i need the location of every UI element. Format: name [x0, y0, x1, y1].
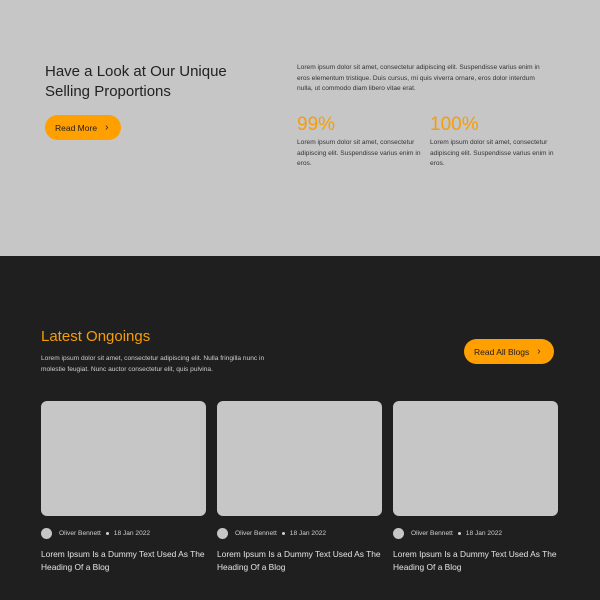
blog-card[interactable]: Oliver Bennett 18 Jan 2022 Lorem Ipsum I… [41, 401, 206, 574]
avatar [217, 528, 228, 539]
post-date: 18 Jan 2022 [465, 530, 503, 537]
stat-value: 100% [430, 114, 479, 135]
blog-thumbnail[interactable] [217, 401, 382, 516]
section-title: Have a Look at Our Unique Selling Propor… [45, 63, 227, 100]
separator-dot-icon [105, 532, 109, 535]
read-all-blogs-button[interactable]: Read All Blogs › [464, 339, 554, 364]
button-label: Read All Blogs [474, 346, 530, 357]
stat-description: Lorem ipsum dolor sit amet, consectetur … [430, 139, 554, 167]
blog-title[interactable]: Lorem Ipsum Is a Dummy Text Used As The … [393, 548, 558, 574]
chevron-right-icon: › [105, 121, 109, 133]
button-label: Read More [55, 122, 98, 133]
blog-thumbnail[interactable] [41, 401, 206, 516]
blog-title[interactable]: Lorem Ipsum Is a Dummy Text Used As The … [217, 548, 382, 574]
blog-card[interactable]: Oliver Bennett 18 Jan 2022 Lorem Ipsum I… [393, 401, 558, 574]
author-name: Oliver Bennett [235, 530, 277, 537]
blog-thumbnail[interactable] [393, 401, 558, 516]
separator-dot-icon [457, 532, 461, 535]
blog-subtext: Lorem ipsum dolor sit amet, consectetur … [41, 355, 265, 373]
blog-meta: Oliver Bennett 18 Jan 2022 [393, 528, 558, 539]
post-date: 18 Jan 2022 [289, 530, 327, 537]
read-more-button[interactable]: Read More › [45, 115, 121, 140]
stat-block: 99% Lorem ipsum dolor sit amet, consecte… [297, 114, 422, 170]
stat-value: 99% [297, 114, 336, 135]
selling-proportions-section: Have a Look at Our Unique Selling Propor… [0, 0, 600, 256]
stat-block: 100% Lorem ipsum dolor sit amet, consect… [430, 114, 555, 170]
avatar [393, 528, 404, 539]
author-name: Oliver Bennett [59, 530, 101, 537]
stat-description: Lorem ipsum dolor sit amet, consectetur … [297, 139, 421, 167]
blog-meta: Oliver Bennett 18 Jan 2022 [41, 528, 206, 539]
blog-heading: Latest Ongoings [41, 328, 151, 345]
separator-dot-icon [281, 532, 285, 535]
post-date: 18 Jan 2022 [113, 530, 151, 537]
blog-card[interactable]: Oliver Bennett 18 Jan 2022 Lorem Ipsum I… [217, 401, 382, 574]
author-name: Oliver Bennett [411, 530, 453, 537]
intro-paragraph: Lorem ipsum dolor sit amet, consectetur … [297, 64, 540, 92]
latest-ongoings-section: Latest Ongoings Lorem ipsum dolor sit am… [0, 256, 600, 600]
blog-title[interactable]: Lorem Ipsum Is a Dummy Text Used As The … [41, 548, 206, 574]
blog-meta: Oliver Bennett 18 Jan 2022 [217, 528, 382, 539]
avatar [41, 528, 52, 539]
chevron-right-icon: › [537, 345, 541, 357]
